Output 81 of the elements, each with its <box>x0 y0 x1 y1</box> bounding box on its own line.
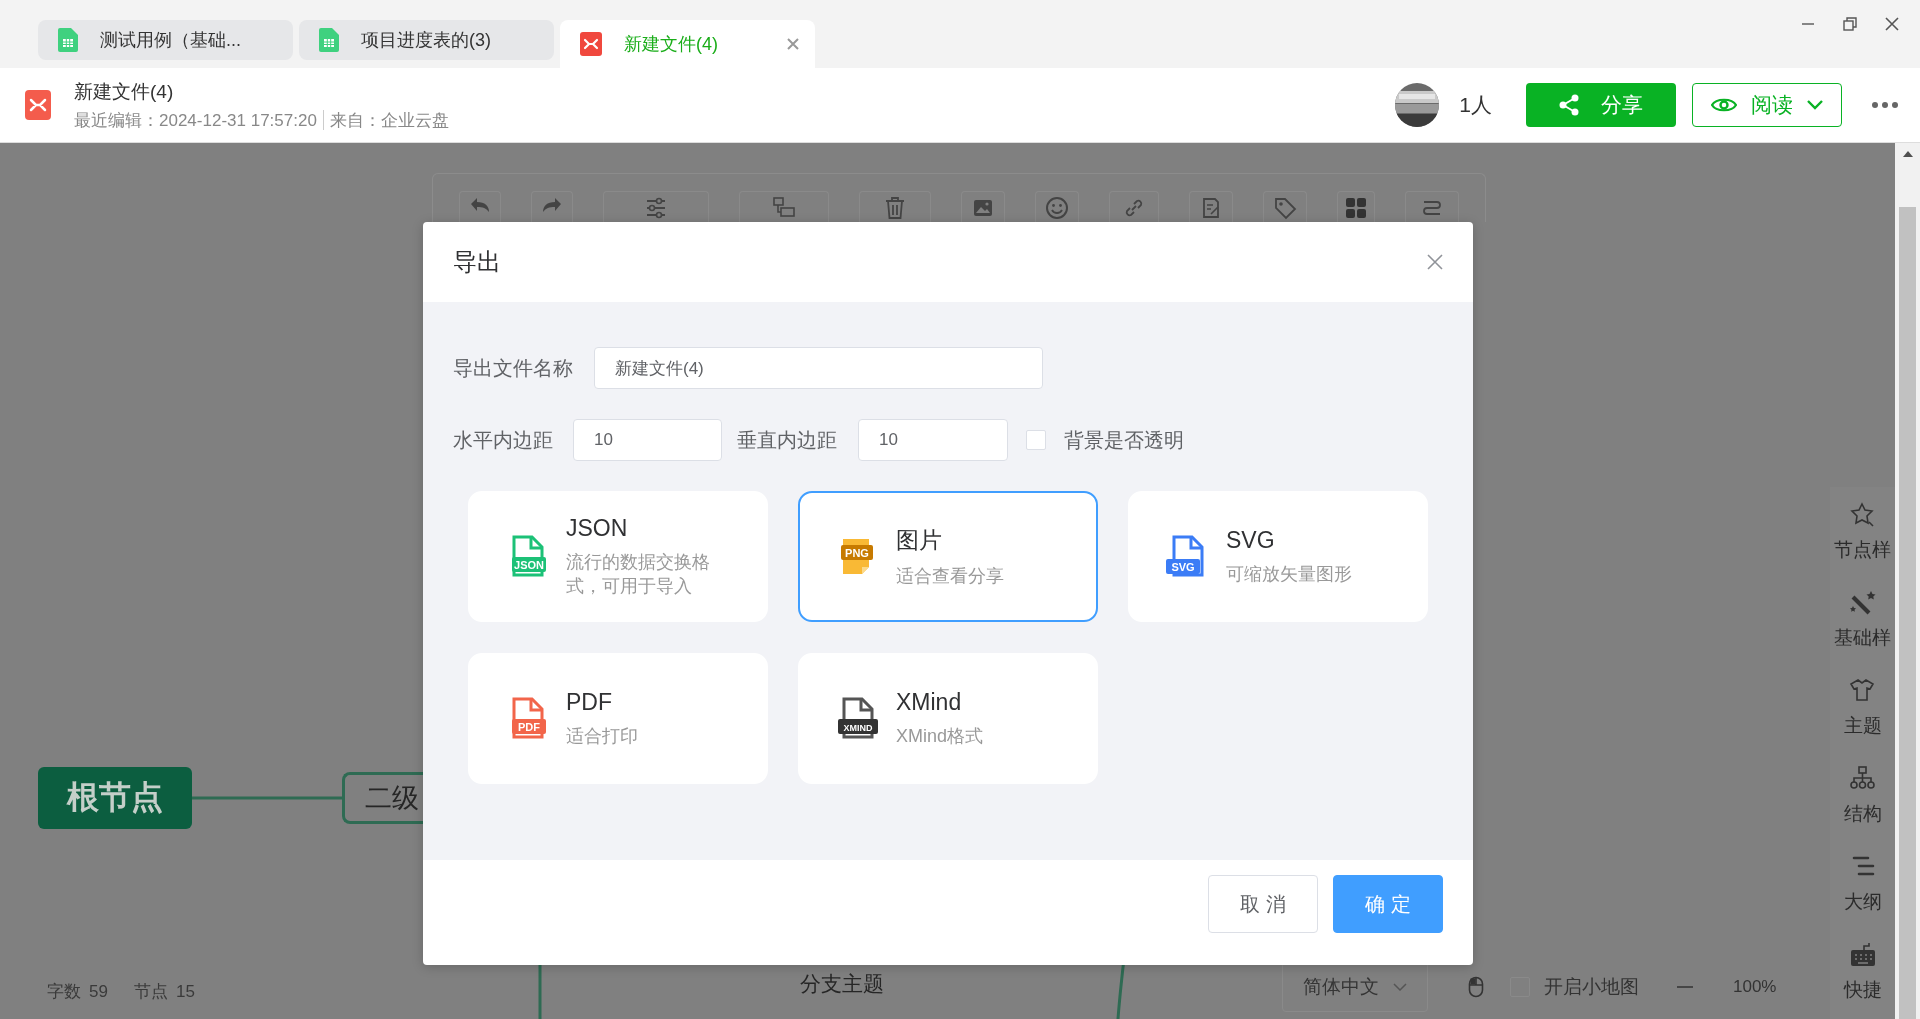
collaborator-count: 1人 <box>1459 92 1492 118</box>
file-type-label: PDF <box>518 720 540 732</box>
tag-icon <box>1272 195 1298 221</box>
format-name: 图片 <box>896 525 943 555</box>
more-icon[interactable] <box>1872 102 1898 108</box>
grid-icon <box>1343 195 1369 221</box>
file-icon <box>841 538 873 574</box>
format-name: XMind <box>896 688 963 716</box>
format-name: JSON <box>566 514 629 542</box>
format-description: 可缩放矢量图形 <box>1226 562 1352 586</box>
transparent-checkbox[interactable] <box>1026 430 1046 450</box>
file-icon <box>1166 535 1204 576</box>
format-description: 适合查看分享 <box>896 564 1004 588</box>
mindmap-file-icon <box>25 90 51 120</box>
last-edited-text: 最近编辑：2024-12-31 17:57:20 <box>74 109 317 132</box>
tab[interactable]: 测试用例（基础... <box>38 20 293 60</box>
format-description: 流行的数据交换格式，可用于导入 <box>566 550 711 598</box>
tab[interactable]: 项目进度表的(3) <box>299 20 554 60</box>
close-icon[interactable] <box>1884 16 1900 32</box>
share-button[interactable]: 分享 <box>1526 83 1676 127</box>
format-option[interactable]: SVG SVG 可缩放矢量图形 <box>1128 491 1428 622</box>
node-count: 节点 15 <box>133 981 195 1003</box>
file-type-label: XMIND <box>843 722 873 732</box>
format-option[interactable]: XMIND XMind XMind格式 <box>798 653 1098 784</box>
magic-wand-icon <box>1848 589 1877 617</box>
format-name: SVG <box>1226 526 1276 554</box>
close-icon[interactable] <box>787 38 799 50</box>
source-text: 来自：企业云盘 <box>329 109 449 132</box>
tab[interactable]: 新建文件(4) <box>560 20 815 68</box>
file-type-label: PNG <box>845 546 869 558</box>
mouse-icon[interactable] <box>1468 976 1484 998</box>
restore-icon[interactable] <box>1842 16 1858 32</box>
file-type-label: JSON <box>514 558 544 570</box>
chevron-down-icon <box>1393 983 1407 991</box>
format-name: PDF <box>566 688 613 716</box>
vertical-padding-field[interactable]: 10 <box>858 419 1008 461</box>
field-label: 水平内边距 <box>453 427 553 453</box>
file-name-field[interactable]: 新建文件(4) <box>594 347 1043 389</box>
scroll-up-icon[interactable] <box>1902 151 1913 157</box>
root-node[interactable]: 根节点 <box>38 767 192 829</box>
dialog-title: 导出 <box>453 247 501 277</box>
format-option[interactable]: PNG 图片 适合查看分享 <box>798 491 1098 622</box>
sidebar-item[interactable]: 节点样 <box>1834 501 1891 563</box>
branch-topic[interactable]: 分支主题 <box>800 970 884 998</box>
zoom-out-icon[interactable] <box>1677 985 1693 989</box>
minimap-label: 开启小地图 <box>1544 975 1639 999</box>
format-option[interactable]: PDF PDF 适合打印 <box>468 653 768 784</box>
keyboard-icon <box>1848 941 1877 969</box>
confirm-button[interactable]: 确 定 <box>1333 875 1443 933</box>
scrollbar[interactable] <box>1895 143 1920 1019</box>
sidebar-item[interactable]: 快捷 <box>1843 941 1882 1003</box>
smiley-icon <box>1044 195 1070 221</box>
zoom-level: 100% <box>1733 977 1777 997</box>
sidebar-item[interactable]: 大纲 <box>1843 853 1882 915</box>
horizontal-padding-field[interactable]: 10 <box>573 419 722 461</box>
star-icon <box>1848 501 1877 529</box>
cancel-button[interactable]: 取 消 <box>1208 875 1318 933</box>
file-icon <box>512 535 546 576</box>
spreadsheet-icon <box>58 28 78 52</box>
file-icon <box>838 697 878 738</box>
share-icon <box>1559 94 1579 116</box>
close-icon[interactable] <box>1427 254 1443 270</box>
checkbox-label: 背景是否透明 <box>1064 427 1184 453</box>
format-description: XMind格式 <box>896 724 984 748</box>
field-label: 导出文件名称 <box>453 355 573 381</box>
sidebar-item[interactable]: 主题 <box>1843 677 1882 739</box>
field-label: 垂直内边距 <box>737 427 837 453</box>
document-title: 新建文件(4) <box>74 79 175 104</box>
toolbar-button[interactable] <box>1337 191 1375 222</box>
read-mode-button[interactable]: 阅读 <box>1692 83 1842 127</box>
spreadsheet-icon <box>319 28 339 52</box>
sidebar-item[interactable]: 结构 <box>1843 765 1882 827</box>
scrollbar-thumb[interactable] <box>1899 207 1916 1019</box>
word-count: 字数 59 <box>47 981 108 1003</box>
format-option[interactable]: JSON JSON 流行的数据交换格式，可用于导入 <box>468 491 768 622</box>
mindmap-file-icon <box>580 32 602 56</box>
chevron-down-icon <box>1807 100 1823 110</box>
file-type-label: SVG <box>1171 560 1195 572</box>
sidebar-item[interactable]: 基础样 <box>1834 589 1891 651</box>
format-description: 适合打印 <box>566 724 638 748</box>
file-icon <box>512 697 546 738</box>
